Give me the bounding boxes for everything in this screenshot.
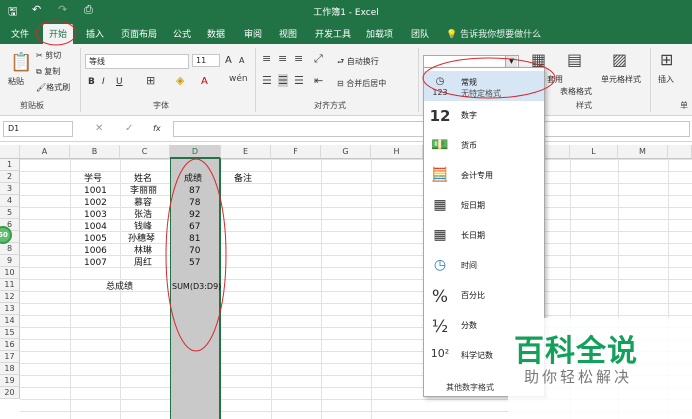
watermark-title: 百科全说 [514, 334, 638, 369]
annotation-oval-general-format [422, 57, 556, 99]
annotation-oval-home-tab [35, 20, 77, 46]
watermark-subtitle: 助你轻松解决 [524, 368, 633, 386]
